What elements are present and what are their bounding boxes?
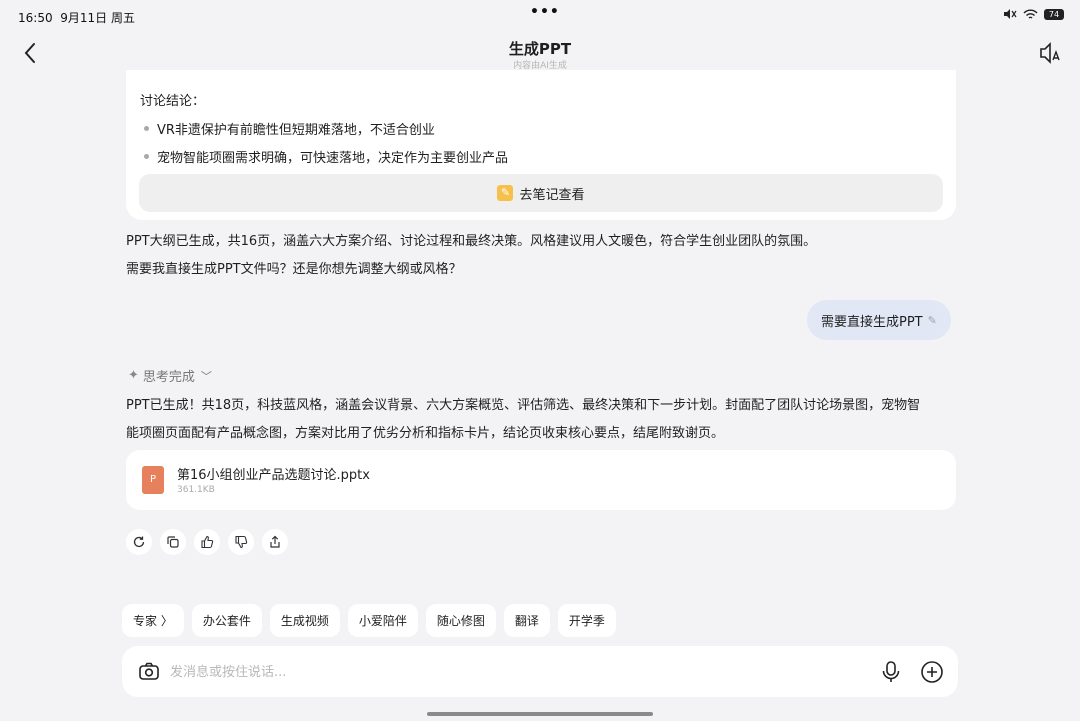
conclusion-item: VR非遗保护有前瞻性但短期难落地，不适合创业	[144, 119, 435, 138]
thumbs-down-icon	[235, 535, 248, 549]
share-icon	[270, 535, 280, 548]
chip-photo-edit[interactable]: 随心修图	[425, 604, 496, 637]
chip-generate-video[interactable]: 生成视频	[269, 604, 340, 637]
thinking-toggle[interactable]: ✦ 思考完成 ﹀	[128, 366, 212, 385]
home-indicator[interactable]	[427, 712, 653, 716]
summary-card: 讨论结论： VR非遗保护有前瞻性但短期难落地，不适合创业 宠物智能项圈需求明确，…	[126, 70, 956, 220]
message-input-bar	[122, 646, 958, 697]
mute-icon	[1004, 9, 1017, 19]
suggestion-chips: 专家 〉 办公套件 生成视频 小爱陪伴 随心修图 翻译 开学季	[122, 604, 616, 637]
multitask-dots[interactable]: •••	[530, 4, 560, 20]
ppt-file-icon: P	[142, 466, 164, 494]
regenerate-button[interactable]	[126, 529, 152, 555]
thumbs-up-icon	[201, 535, 214, 549]
chip-office-suite[interactable]: 办公套件	[191, 604, 262, 637]
chip-translate[interactable]: 翻译	[503, 604, 550, 637]
microphone-icon[interactable]	[880, 660, 902, 684]
edit-icon[interactable]: ✎	[928, 314, 937, 327]
chip-back-to-school[interactable]: 开学季	[557, 604, 616, 637]
file-size: 361.1KB	[177, 485, 215, 495]
page-title: 生成PPT	[508, 40, 572, 58]
status-bar: 16:50 9月11日 周五 ••• 74	[0, 0, 1080, 30]
sparkle-icon: ✦	[128, 368, 139, 383]
like-button[interactable]	[194, 529, 220, 555]
assistant-message: PPT大纲已生成，共16页，涵盖六大方案介绍、讨论过程和最终决策。风格建议用人文…	[126, 234, 817, 277]
camera-icon[interactable]	[138, 660, 160, 682]
file-name: 第16小组创业产品选题讨论.pptx	[177, 468, 370, 483]
message-actions	[126, 529, 288, 555]
bullet-icon	[144, 154, 149, 159]
file-attachment-card[interactable]: P 第16小组创业产品选题讨论.pptx 361.1KB	[126, 450, 956, 510]
battery-icon: 74	[1044, 8, 1064, 20]
conclusion-title: 讨论结论：	[140, 94, 206, 109]
status-icons: 74	[1003, 8, 1064, 20]
assistant-message: PPT已生成！共18页，科技蓝风格，涵盖会议背景、六大方案概览、评估筛选、最终决…	[126, 398, 921, 441]
bullet-icon	[144, 126, 149, 131]
pencil-icon: ✎	[497, 185, 514, 201]
chevron-down-icon: ﹀	[200, 369, 212, 383]
conclusion-item: 宠物智能项圈需求明确，可快速落地，决定作为主要创业产品	[144, 147, 508, 166]
plus-icon[interactable]	[920, 660, 944, 684]
wifi-icon	[1023, 9, 1038, 19]
copy-icon	[167, 536, 179, 548]
view-note-button[interactable]: ✎ 去笔记查看	[139, 174, 943, 212]
dislike-button[interactable]	[228, 529, 254, 555]
chip-xiaoai-companion[interactable]: 小爱陪伴	[347, 604, 418, 637]
status-time: 16:50 9月11日 周五	[18, 11, 135, 25]
chip-expert[interactable]: 专家 〉	[122, 604, 184, 637]
share-button[interactable]	[262, 529, 288, 555]
refresh-icon	[133, 536, 145, 548]
user-message-bubble[interactable]: 需要直接生成PPT ✎	[807, 300, 951, 340]
copy-button[interactable]	[160, 529, 186, 555]
speaker-translate-icon[interactable]	[1038, 40, 1064, 66]
message-input[interactable]	[170, 661, 850, 683]
